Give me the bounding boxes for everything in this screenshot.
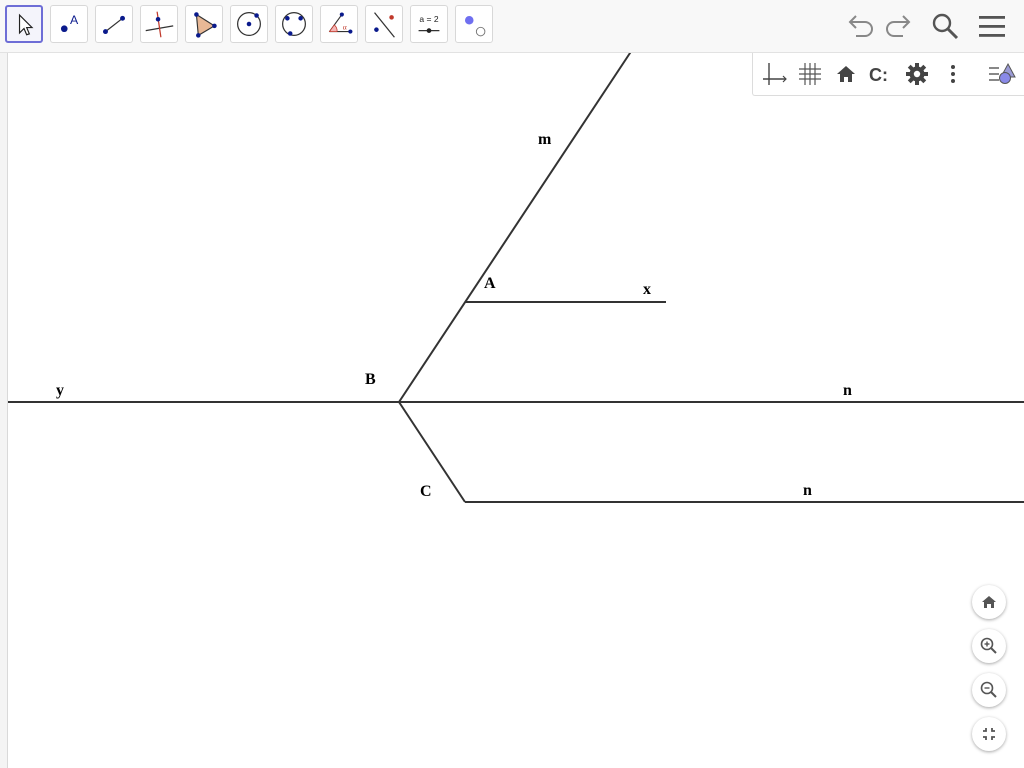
cursor-arrow-icon — [18, 13, 34, 36]
axes-toggle-icon — [763, 63, 787, 85]
zoom-in-icon — [980, 637, 997, 654]
reflect-icon — [374, 12, 395, 38]
point-icon: A — [60, 13, 79, 33]
search-button[interactable] — [927, 8, 963, 44]
toggle-style-bar-button[interactable] — [986, 59, 1016, 89]
label-point-c: C — [420, 483, 432, 500]
redo-icon — [886, 15, 911, 37]
label-point-b: B — [365, 371, 376, 388]
grid-toggle-icon — [799, 63, 821, 85]
label-x: x — [643, 281, 651, 298]
perpendicular-line-tool[interactable] — [140, 5, 178, 43]
conic-through-points-tool[interactable] — [275, 5, 313, 43]
point-capturing-button[interactable]: C: — [866, 59, 896, 89]
circle-through-points-icon — [282, 12, 306, 36]
standard-view-button[interactable] — [831, 59, 861, 89]
axes-toggle-button[interactable] — [759, 59, 789, 89]
redo-button[interactable] — [880, 8, 916, 44]
settings-icon — [906, 63, 928, 85]
grid-toggle-button[interactable] — [795, 59, 825, 89]
angle-icon: α — [328, 12, 353, 34]
exit-fullscreen-button[interactable] — [972, 717, 1006, 751]
label-point-a: A — [484, 275, 496, 292]
slider-icon: a = 2 — [418, 14, 440, 33]
point-tool[interactable]: A — [50, 5, 88, 43]
more-options-icon — [951, 65, 955, 83]
move-tool[interactable] — [5, 5, 43, 43]
segment-icon — [103, 15, 125, 35]
circle-center-point-tool[interactable] — [230, 5, 268, 43]
show-hide-object-tool[interactable] — [455, 5, 493, 43]
svg-text:C:: C: — [869, 65, 888, 85]
reflect-tool[interactable] — [365, 5, 403, 43]
more-options-button[interactable] — [938, 59, 968, 89]
svg-text:A: A — [70, 13, 79, 27]
segment-tool[interactable] — [95, 5, 133, 43]
settings-button[interactable] — [902, 59, 932, 89]
search-icon — [932, 13, 959, 40]
main-menu-button[interactable] — [974, 8, 1010, 44]
show-hide-icon — [465, 15, 486, 37]
polygon-icon — [194, 12, 217, 38]
zoom-in-button[interactable] — [972, 629, 1006, 663]
svg-text:a = 2: a = 2 — [419, 14, 438, 24]
fullscreen-exit-icon — [983, 728, 995, 740]
perpendicular-line-icon — [145, 11, 174, 38]
undo-button[interactable] — [843, 8, 879, 44]
segment-bc[interactable] — [398, 401, 466, 503]
toggle-style-bar-icon — [989, 62, 1016, 84]
slider-tool[interactable]: a = 2 — [410, 5, 448, 43]
graphics-style-bar: C: — [752, 53, 1024, 96]
svg-text:α: α — [343, 23, 347, 32]
angle-tool[interactable]: α — [320, 5, 358, 43]
standard-view-icon — [837, 66, 855, 82]
label-m: m — [538, 131, 552, 148]
label-y: y — [56, 382, 64, 399]
toolbar: A α a = 2 — [0, 0, 1024, 53]
zoom-out-icon — [980, 681, 997, 698]
polygon-tool[interactable] — [185, 5, 223, 43]
home-icon — [982, 596, 996, 608]
point-capturing-icon: C: — [869, 65, 888, 85]
label-n-lower: n — [803, 482, 812, 499]
circle-icon — [237, 12, 261, 36]
label-n-upper: n — [843, 382, 852, 399]
zoom-out-button[interactable] — [972, 673, 1006, 707]
line-m[interactable] — [398, 49, 633, 403]
graphics-view[interactable]: m A x B y n C n — [0, 0, 1024, 768]
left-panel-edge[interactable] — [0, 53, 8, 768]
standard-view-zoom-button[interactable] — [972, 585, 1006, 619]
menu-icon — [979, 16, 1005, 37]
undo-icon — [848, 15, 873, 37]
